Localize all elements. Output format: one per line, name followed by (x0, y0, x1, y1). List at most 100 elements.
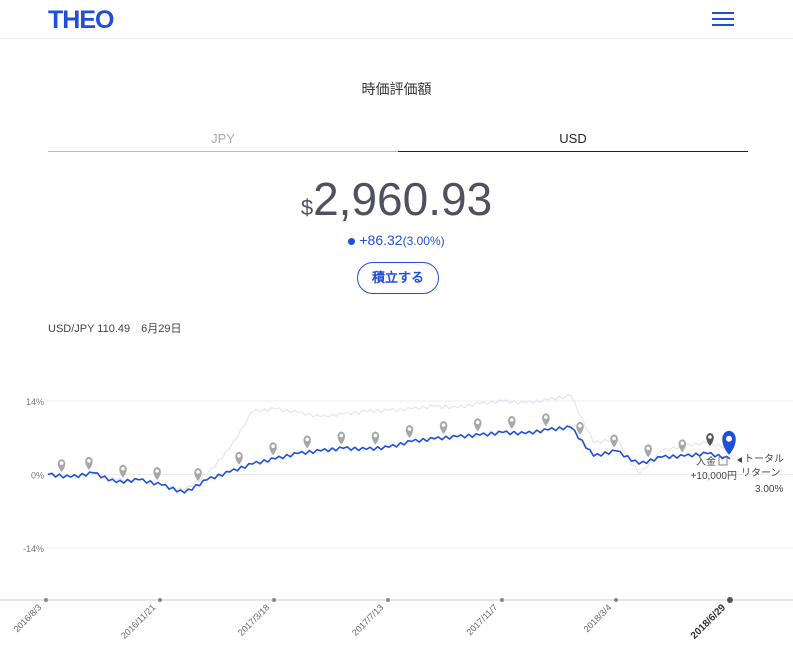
pin-shape (678, 439, 687, 453)
pin-hole (475, 420, 480, 425)
total-return-value: 3.00% (755, 484, 783, 495)
x-tick-label: 2017/3/18 (236, 602, 271, 637)
x-tick-dot (500, 598, 504, 602)
x-tick-label: 2018/3/4 (582, 602, 614, 634)
deposit-pin-icon (371, 431, 380, 445)
pin-shape (153, 467, 161, 480)
deposit-pin-icon (235, 451, 243, 465)
y-tick-label: 0% (31, 471, 44, 481)
y-tick-label: 14% (26, 397, 44, 407)
pin-hole (305, 437, 309, 442)
pin-hole (407, 427, 412, 431)
pin-shape (644, 444, 652, 458)
x-tick-label: 2018/6/29 (689, 602, 729, 642)
accumulate-button[interactable]: 積立する (357, 262, 439, 294)
pin-shape (371, 431, 380, 445)
pin-hole (155, 469, 159, 473)
pin-hole (726, 435, 732, 442)
deposit-amount: +10,000円 (691, 471, 737, 482)
x-tick-dot (386, 598, 390, 602)
pin-hole (680, 441, 685, 445)
x-tick-dot (727, 597, 733, 603)
pin-shape (405, 425, 414, 438)
x-tick-label: 2016/11/21 (119, 602, 157, 640)
pin-hole (87, 459, 91, 463)
pin-hole (544, 415, 548, 419)
x-tick-dot (44, 598, 48, 602)
pin-hole (578, 424, 582, 428)
theo-logo[interactable]: THEO (48, 6, 114, 35)
performance-chart[interactable]: 14% 0% -14% 2016/8/3 2016/11/21 2017/3/18 201… (0, 380, 793, 658)
x-tick-label: 2017/11/7 (465, 602, 500, 637)
pin-shape (85, 456, 93, 470)
pin-shape (303, 435, 311, 449)
pin-hole (373, 433, 378, 438)
deposit-pin-icon (473, 418, 482, 432)
deposit-pin-icon (576, 421, 584, 435)
x-tick-label: 2017/7/13 (350, 602, 385, 637)
series-line-portfolio (47, 425, 731, 494)
pin-shape (722, 430, 736, 455)
currency-tabs: JPY USD (48, 131, 748, 152)
x-tick-label: 2016/8/3 (12, 602, 44, 634)
change-percent: (3.00%) (402, 234, 445, 248)
page-title: 時価評価額 (361, 81, 432, 97)
pin-hole (121, 466, 125, 471)
deposit-pin-icon (153, 467, 161, 480)
deposit-pin-icon (644, 444, 652, 458)
pin-hole (441, 423, 446, 427)
deposit-pin-icon (119, 464, 127, 478)
pin-hole (196, 470, 200, 474)
pin-shape (439, 421, 448, 434)
deposit-pin-icon (542, 413, 550, 427)
pin-shape (119, 464, 127, 478)
deposit-pin-icon (85, 456, 93, 470)
x-tick-dot (158, 598, 162, 602)
pin-shape (542, 413, 550, 427)
x-tick-dot (272, 598, 276, 602)
tab-jpy[interactable]: JPY (48, 131, 398, 152)
deposit-pin-icon (269, 442, 277, 456)
deposit-pin-icon (405, 425, 414, 438)
fx-rate-info: USD/JPY 110.49 6月29日 (48, 323, 182, 335)
arrow-left-icon (737, 457, 742, 463)
deposit-label: 入金 (696, 455, 716, 468)
deposit-pin-icon (303, 435, 311, 449)
pin-hole (237, 453, 241, 458)
pin-shape (508, 415, 516, 429)
pin-shape (57, 459, 66, 473)
pin-shape (473, 418, 482, 432)
deposit-pin-icon (610, 434, 618, 448)
hamburger-menu-icon[interactable] (712, 12, 734, 26)
amount-value: 2,960.93 (313, 173, 493, 225)
pin-hole (271, 444, 275, 449)
pin-shape (610, 434, 618, 448)
current-value-pin-icon (722, 430, 736, 455)
change-dot-icon (348, 237, 356, 245)
app-header: THEO (0, 0, 793, 39)
pin-hole (612, 436, 616, 441)
pin-hole (646, 446, 650, 451)
pin-hole (708, 435, 712, 439)
total-return-label-2: リターン (741, 467, 781, 479)
x-tick-dot (614, 598, 618, 602)
deposit-pin-icon (337, 431, 346, 445)
pin-shape (337, 431, 346, 445)
change-amount: +86.32 (359, 232, 403, 248)
pin-hole (59, 461, 64, 465)
valuation-amount: $2,960.93 (0, 172, 793, 226)
pin-shape (235, 451, 243, 465)
y-tick-label: -14% (23, 544, 44, 554)
pin-shape (576, 421, 584, 435)
valuation-change: +86.32(3.00%) (0, 232, 793, 248)
pin-hole (339, 433, 344, 438)
deposit-pin-icon (678, 439, 687, 453)
pin-hole (510, 418, 514, 422)
series-line-benchmark (47, 394, 731, 491)
tab-usd[interactable]: USD (398, 131, 748, 152)
total-return-label-1: トータル (744, 453, 784, 465)
pin-shape (269, 442, 277, 456)
deposit-pin-icon (508, 415, 516, 429)
deposit-pin-icon (439, 421, 448, 434)
currency-symbol: $ (300, 195, 314, 220)
